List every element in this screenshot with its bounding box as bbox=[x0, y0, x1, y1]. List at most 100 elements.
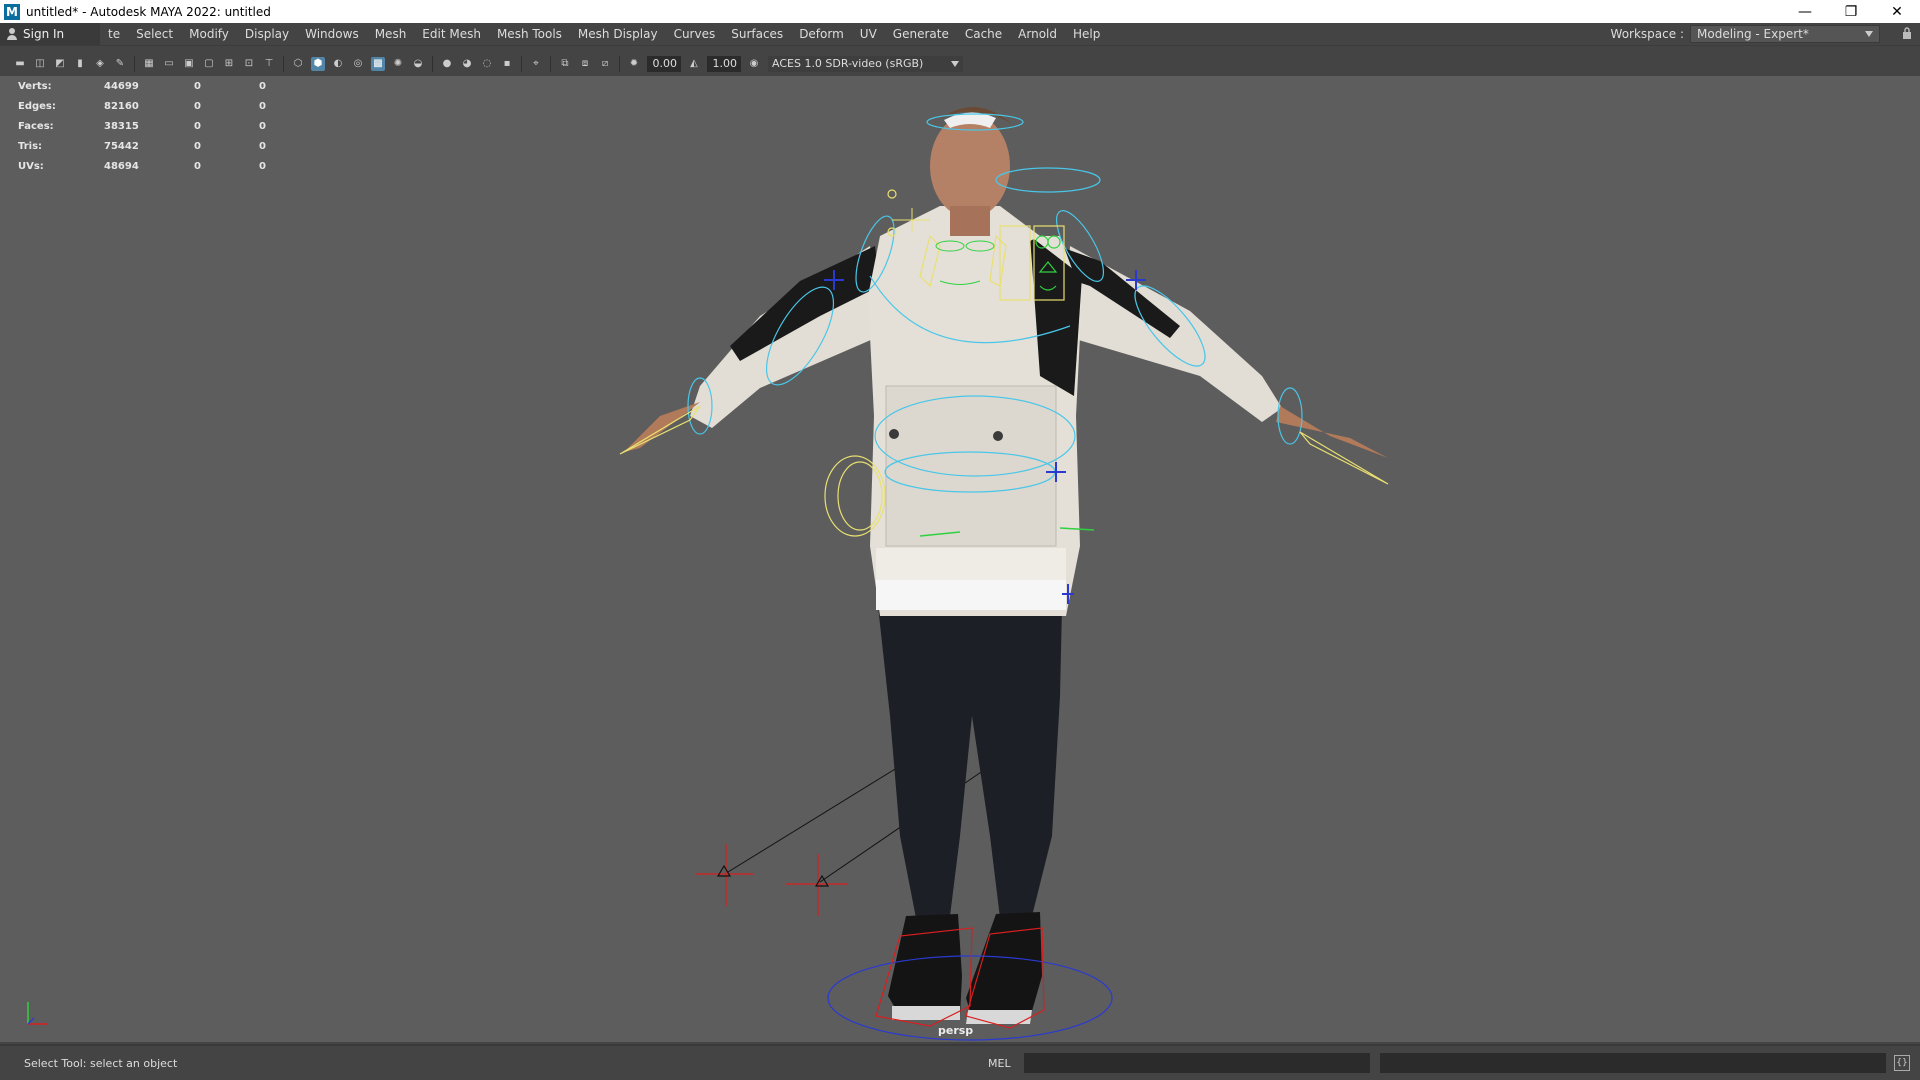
chevron-down-icon bbox=[951, 60, 959, 67]
wireframe-on-shaded-icon[interactable]: ◎ bbox=[351, 57, 365, 71]
textured-icon[interactable]: ▩ bbox=[371, 56, 385, 71]
hud-value: 48694 bbox=[104, 160, 139, 172]
color-management-icon[interactable]: ◉ bbox=[747, 57, 761, 71]
gate-mask-icon[interactable]: ▢ bbox=[202, 57, 216, 71]
bookmarks-icon[interactable]: ◩ bbox=[53, 57, 67, 71]
menu-generate[interactable]: Generate bbox=[885, 27, 957, 41]
workspace-label: Workspace : bbox=[1610, 27, 1684, 41]
menu-mesh[interactable]: Mesh bbox=[367, 27, 415, 41]
select-camera-icon[interactable]: ▬ bbox=[13, 57, 27, 71]
gamma-icon[interactable]: ◭ bbox=[687, 57, 701, 71]
menu-surfaces[interactable]: Surfaces bbox=[723, 27, 791, 41]
safe-title-icon[interactable]: ⊤ bbox=[262, 57, 276, 71]
image-plane-icon[interactable]: ◈ bbox=[93, 57, 107, 71]
command-input[interactable] bbox=[1024, 1053, 1370, 1073]
chevron-down-icon bbox=[1865, 31, 1873, 37]
exposure-icon[interactable]: ✹ bbox=[627, 57, 641, 71]
close-button[interactable]: ✕ bbox=[1874, 0, 1920, 23]
menu-edit-mesh[interactable]: Edit Mesh bbox=[414, 27, 489, 41]
menu-mesh-tools[interactable]: Mesh Tools bbox=[489, 27, 570, 41]
wireframe-icon[interactable]: ⬡ bbox=[291, 57, 305, 71]
lock-icon[interactable] bbox=[1902, 27, 1912, 39]
menu-help[interactable]: Help bbox=[1065, 27, 1108, 41]
hud-value: 0 bbox=[259, 140, 266, 152]
gamma-field[interactable]: 1.00 bbox=[707, 55, 741, 72]
workspace-value: Modeling - Expert* bbox=[1697, 27, 1809, 41]
toolbar-separator bbox=[619, 55, 620, 72]
shadows-icon[interactable]: ◒ bbox=[411, 57, 425, 71]
hud-value: 0 bbox=[259, 120, 266, 132]
menu-arnold[interactable]: Arnold bbox=[1010, 27, 1065, 41]
sign-in-button[interactable]: Sign In bbox=[0, 23, 100, 45]
hud-value: 0 bbox=[194, 140, 201, 152]
hud-label: Verts: bbox=[18, 80, 52, 92]
command-language-toggle[interactable]: MEL bbox=[988, 1046, 1011, 1080]
xray-joints-icon[interactable]: ⧄ bbox=[598, 57, 612, 71]
hud-row-uvs: UVs: 48694 0 0 bbox=[18, 156, 289, 176]
isolate-select-icon[interactable]: ⌖ bbox=[529, 57, 543, 71]
sign-in-label: Sign In bbox=[23, 27, 65, 41]
menu-windows[interactable]: Windows bbox=[297, 27, 367, 41]
hud-label: UVs: bbox=[18, 160, 44, 172]
menu-items: te Select Modify Display Windows Mesh Ed… bbox=[100, 23, 1108, 45]
main-menu-bar: Sign In te Select Modify Display Windows… bbox=[0, 23, 1920, 45]
hud-value: 0 bbox=[194, 80, 201, 92]
view-transform-value: ACES 1.0 SDR-video (sRGB) bbox=[772, 57, 924, 70]
workspace-dropdown[interactable]: Modeling - Expert* bbox=[1690, 25, 1880, 43]
window-title: untitled* - Autodesk MAYA 2022: untitled bbox=[26, 4, 271, 19]
hud-value: 0 bbox=[194, 160, 201, 172]
user-icon bbox=[6, 28, 18, 40]
menu-curves[interactable]: Curves bbox=[666, 27, 724, 41]
xray-icon[interactable]: ⧉ bbox=[558, 57, 572, 71]
view-transform-dropdown[interactable]: ACES 1.0 SDR-video (sRGB) bbox=[768, 55, 963, 72]
hud-value: 44699 bbox=[104, 80, 139, 92]
hud-row-edges: Edges: 82160 0 0 bbox=[18, 96, 289, 116]
menu-display[interactable]: Display bbox=[237, 27, 297, 41]
grid-icon[interactable]: ▦ bbox=[142, 57, 156, 71]
exposure-field[interactable]: 0.00 bbox=[647, 55, 681, 72]
bookmark-icon[interactable]: ▮ bbox=[73, 57, 87, 71]
persp-viewport[interactable]: Verts: 44699 0 0 Edges: 82160 0 0 Faces:… bbox=[0, 76, 1920, 1042]
hud-row-verts: Verts: 44699 0 0 bbox=[18, 76, 289, 96]
restore-button[interactable]: ❐ bbox=[1828, 0, 1874, 23]
character-model[interactable] bbox=[624, 106, 1388, 1024]
minimize-button[interactable]: — bbox=[1782, 0, 1828, 23]
xray-active-components-icon[interactable]: ⧈ bbox=[578, 57, 592, 71]
default-material-icon[interactable]: ◐ bbox=[331, 57, 345, 71]
motion-blur-icon[interactable]: ◕ bbox=[460, 57, 474, 71]
resolution-gate-icon[interactable]: ▣ bbox=[182, 57, 196, 71]
film-gate-icon[interactable]: ▭ bbox=[162, 57, 176, 71]
script-editor-icon[interactable]: {} bbox=[1894, 1055, 1910, 1071]
command-line-bar: Select Tool: select an object MEL {} bbox=[0, 1046, 1920, 1080]
menu-create-partial[interactable]: te bbox=[100, 27, 128, 41]
scene-canvas[interactable] bbox=[0, 76, 1920, 1042]
title-bar: M untitled* - Autodesk MAYA 2022: untitl… bbox=[0, 0, 1920, 23]
menu-deform[interactable]: Deform bbox=[791, 27, 852, 41]
menu-uv[interactable]: UV bbox=[852, 27, 885, 41]
hud-value: 0 bbox=[259, 100, 266, 112]
menu-mesh-display[interactable]: Mesh Display bbox=[570, 27, 666, 41]
hud-value: 0 bbox=[194, 120, 201, 132]
hud-row-faces: Faces: 38315 0 0 bbox=[18, 116, 289, 136]
toolbar-separator bbox=[134, 55, 135, 72]
maya-app-icon: M bbox=[4, 3, 20, 20]
grease-pencil-icon[interactable]: ✎ bbox=[113, 57, 127, 71]
menu-cache[interactable]: Cache bbox=[957, 27, 1010, 41]
smooth-shade-icon[interactable]: ⬢ bbox=[311, 56, 325, 71]
safe-action-icon[interactable]: ⊡ bbox=[242, 57, 256, 71]
view-axis-icon bbox=[27, 1002, 48, 1025]
help-line: Select Tool: select an object bbox=[24, 1056, 178, 1070]
ambient-occlusion-icon[interactable]: ● bbox=[440, 57, 454, 71]
hud-value: 38315 bbox=[104, 120, 139, 132]
lights-icon[interactable]: ✺ bbox=[391, 57, 405, 71]
hud-value: 0 bbox=[259, 80, 266, 92]
field-chart-icon[interactable]: ⊞ bbox=[222, 57, 236, 71]
hud-value: 82160 bbox=[104, 100, 139, 112]
depth-of-field-icon[interactable]: ▪ bbox=[500, 57, 514, 71]
menu-modify[interactable]: Modify bbox=[181, 27, 237, 41]
toolbar-separator bbox=[432, 55, 433, 72]
hud-value: 0 bbox=[194, 100, 201, 112]
anti-aliasing-icon[interactable]: ◌ bbox=[480, 57, 494, 71]
menu-select[interactable]: Select bbox=[128, 27, 181, 41]
camera-attributes-icon[interactable]: ◫ bbox=[33, 57, 47, 71]
